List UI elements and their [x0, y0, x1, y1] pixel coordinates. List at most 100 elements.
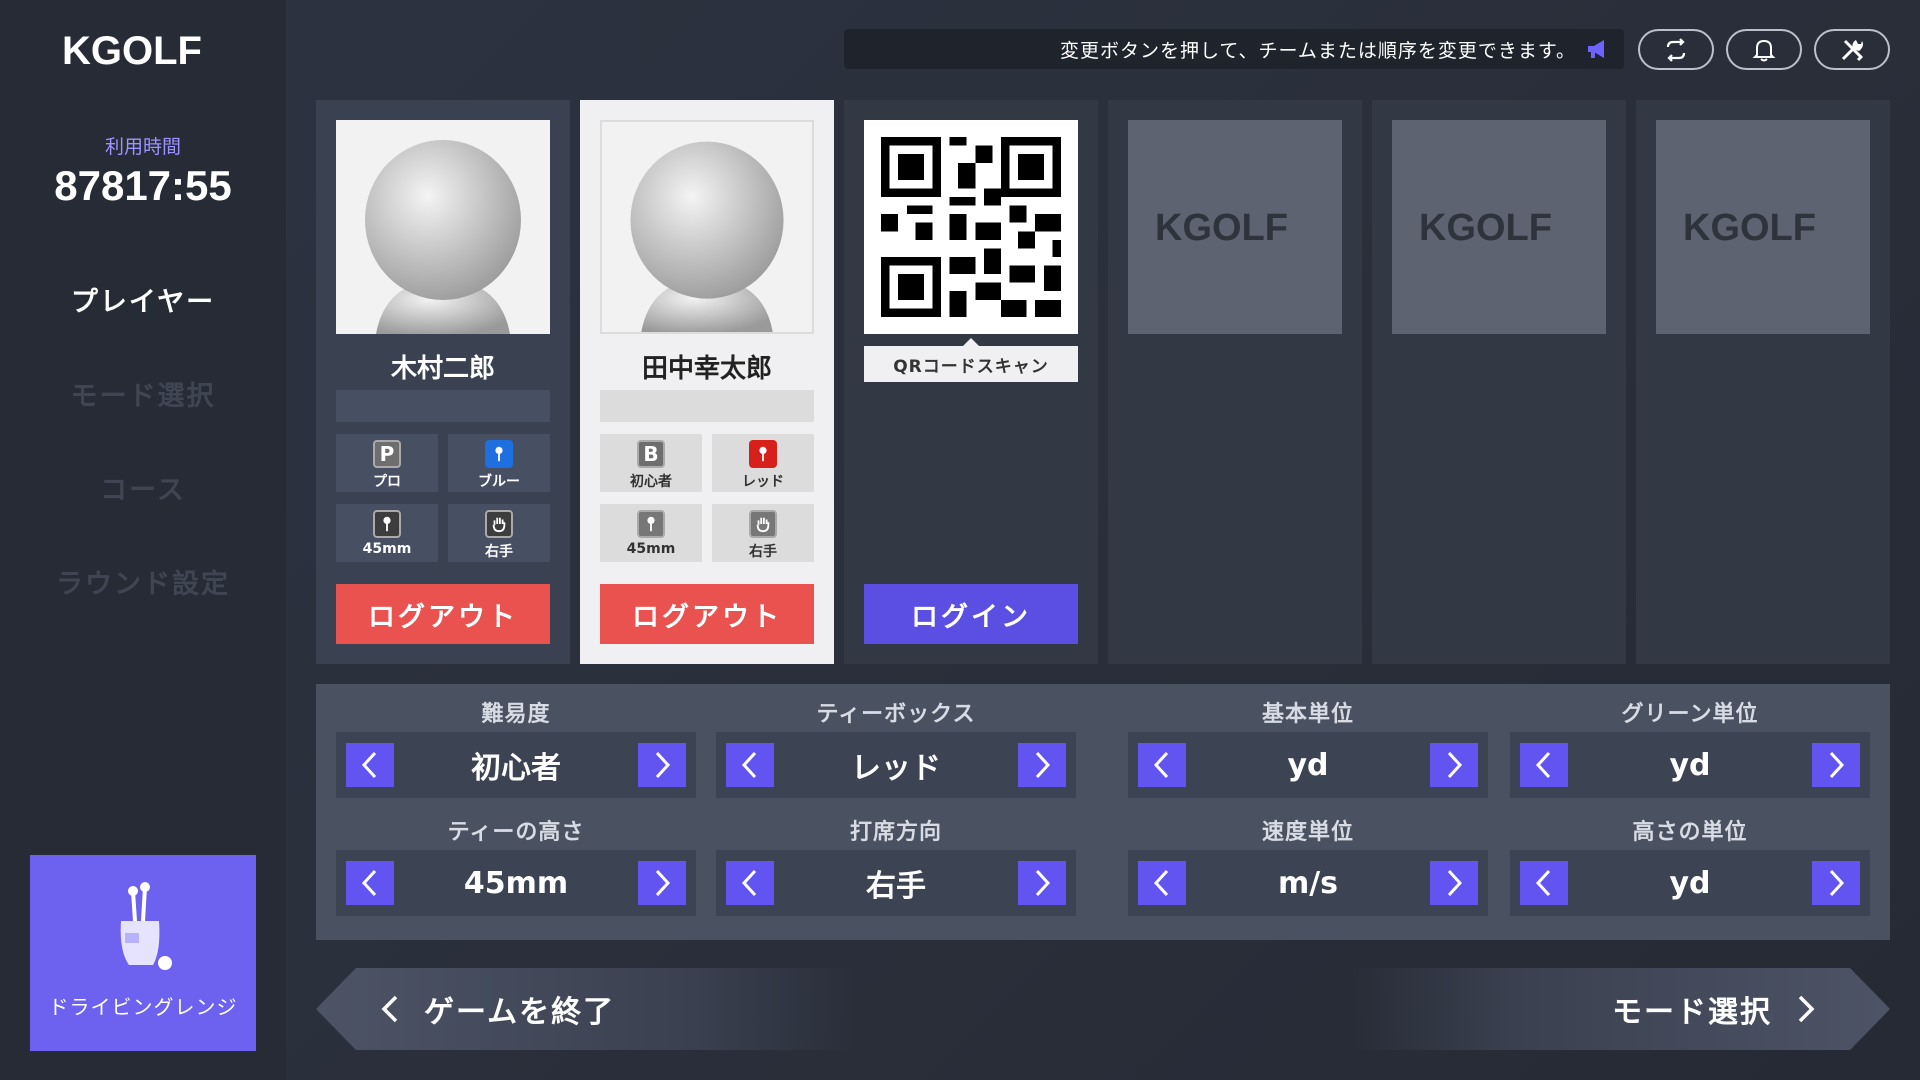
- qr-scan-label[interactable]: QRコードスキャン: [864, 338, 1078, 382]
- chevron-right-icon: [1829, 751, 1845, 779]
- empty-slot-1: KGOLF: [1108, 100, 1362, 664]
- chevron-left-icon: [741, 869, 757, 897]
- setting-label-tee-height: ティーの高さ: [447, 820, 585, 845]
- driving-range-label: ドライビングレンジ: [48, 995, 238, 1019]
- stance-value: 右手: [866, 869, 926, 904]
- tee-box-value: レッド: [851, 751, 941, 786]
- svg-text:KGOLF: KGOLF: [1155, 207, 1288, 247]
- height-unit-next-button[interactable]: [1812, 861, 1860, 905]
- height-unit-prev-button[interactable]: [1520, 861, 1568, 905]
- player-slot-1: 木村二郎 P プロ ブルー 45mm 右手 ログアウト: [316, 100, 570, 664]
- base-unit-value: yd: [1287, 747, 1329, 783]
- speed-unit-next-button[interactable]: [1430, 861, 1478, 905]
- tee-height-icon: [637, 510, 665, 538]
- tee-red-icon: [749, 440, 777, 468]
- player-tee-height[interactable]: 45mm: [600, 504, 702, 562]
- settings-tools-button[interactable]: [1814, 29, 1890, 70]
- difficulty-next-button[interactable]: [638, 743, 686, 787]
- setting-green-unit: yd: [1510, 732, 1870, 798]
- tee-box-next-button[interactable]: [1018, 743, 1066, 787]
- player-name: 田中幸太郎: [641, 354, 772, 384]
- megaphone-icon: [1588, 40, 1604, 58]
- speed-unit-prev-button[interactable]: [1138, 861, 1186, 905]
- stance-prev-button[interactable]: [726, 861, 774, 905]
- chevron-right-icon: [1829, 869, 1845, 897]
- logout-button[interactable]: ログアウト: [600, 584, 814, 644]
- base-unit-next-button[interactable]: [1430, 743, 1478, 787]
- chevron-left-icon: [1535, 869, 1551, 897]
- empty-slot-3: KGOLF: [1636, 100, 1890, 664]
- driving-range-button[interactable]: ドライビングレンジ: [30, 855, 256, 1051]
- height-unit-value: yd: [1669, 865, 1711, 901]
- chevron-right-icon: [1035, 869, 1051, 897]
- chevron-left-icon: [361, 751, 377, 779]
- settings-panel: 難易度 初心者 ティーボックス レッド 基本単位 yd グリーン単位 yd ティ…: [316, 684, 1890, 940]
- player-tee-color[interactable]: レッド: [712, 434, 814, 492]
- chevron-right-icon: [1447, 869, 1463, 897]
- notification-button[interactable]: [1726, 29, 1802, 70]
- setting-tee-height: 45mm: [336, 850, 696, 916]
- tee-height-next-button[interactable]: [638, 861, 686, 905]
- app-root: KGOLF 利用時間 87817:55 プレイヤー モード選択 コース ラウンド…: [0, 0, 1920, 1080]
- player-hand[interactable]: 右手: [712, 504, 814, 562]
- difficulty-value: 初心者: [471, 751, 561, 786]
- difficulty-prev-button[interactable]: [346, 743, 394, 787]
- tee-height-prev-button[interactable]: [346, 861, 394, 905]
- notice-text: 変更ボタンを押して、チームまたは順序を変更できます。: [1059, 39, 1576, 62]
- setting-label-green-unit: グリーン単位: [1621, 702, 1759, 727]
- empty-slot-logo: KGOLF: [1656, 120, 1870, 334]
- base-unit-prev-button[interactable]: [1138, 743, 1186, 787]
- mode-select-label: モード選択: [1612, 995, 1772, 1030]
- login-slot: QRコードスキャン ログイン: [844, 100, 1098, 664]
- tee-height-icon: [373, 510, 401, 538]
- qr-code[interactable]: [864, 120, 1078, 334]
- green-unit-prev-button[interactable]: [1520, 743, 1568, 787]
- login-button[interactable]: ログイン: [864, 584, 1078, 644]
- chevron-right-icon: [1035, 751, 1051, 779]
- green-unit-next-button[interactable]: [1812, 743, 1860, 787]
- nav-item-course[interactable]: コース: [0, 468, 286, 507]
- green-unit-value: yd: [1669, 747, 1711, 783]
- chevron-left-icon: [381, 995, 398, 1023]
- setting-label-height-unit: 高さの単位: [1632, 820, 1748, 845]
- player-name: 木村二郎: [390, 354, 495, 384]
- chevron-left-icon: [1153, 869, 1169, 897]
- mode-select-next-button[interactable]: モード選択: [1350, 968, 1890, 1050]
- tools-icon: [1841, 39, 1864, 61]
- svg-text:KGOLF: KGOLF: [1683, 207, 1816, 247]
- tee-height-value: 45mm: [463, 865, 569, 901]
- player-hand[interactable]: 右手: [448, 504, 550, 562]
- sidebar: KGOLF 利用時間 87817:55 プレイヤー モード選択 コース ラウンド…: [0, 0, 286, 1080]
- chevron-right-icon: [655, 751, 671, 779]
- swap-button[interactable]: [1638, 29, 1714, 70]
- player-level[interactable]: B 初心者: [600, 434, 702, 492]
- hand-icon: [485, 510, 513, 538]
- chevron-left-icon: [1153, 751, 1169, 779]
- player-level[interactable]: P プロ: [336, 434, 438, 492]
- setting-label-difficulty: 難易度: [481, 702, 551, 727]
- nav-item-mode-select[interactable]: モード選択: [0, 374, 286, 413]
- chevron-right-icon: [655, 869, 671, 897]
- level-badge: B: [637, 440, 665, 468]
- player-slot-2: 田中幸太郎 B 初心者 レッド 45mm 右手 ログアウト: [580, 100, 834, 664]
- player-tee-color[interactable]: ブルー: [448, 434, 550, 492]
- level-badge: P: [373, 440, 401, 468]
- chevron-right-icon: [1794, 994, 1818, 1024]
- setting-label-stance: 打席方向: [849, 820, 942, 845]
- logout-button[interactable]: ログアウト: [336, 584, 550, 644]
- nav-item-round-settings[interactable]: ラウンド設定: [0, 562, 286, 601]
- setting-base-unit: yd: [1128, 732, 1488, 798]
- nav-item-player[interactable]: プレイヤー: [0, 280, 286, 319]
- exit-game-button[interactable]: ゲームを終了: [316, 968, 856, 1050]
- chevron-right-icon: [1447, 751, 1463, 779]
- setting-stance: 右手: [716, 850, 1076, 916]
- tee-blue-icon: [485, 440, 513, 468]
- player-subtitle-bar: [600, 390, 814, 422]
- player-tee-height[interactable]: 45mm: [336, 504, 438, 562]
- tee-box-prev-button[interactable]: [726, 743, 774, 787]
- swap-icon: [1666, 37, 1686, 62]
- player-avatar: [600, 120, 814, 334]
- exit-game-label: ゲームを終了: [424, 995, 616, 1030]
- stance-next-button[interactable]: [1018, 861, 1066, 905]
- usage-time-label: 利用時間: [104, 136, 181, 158]
